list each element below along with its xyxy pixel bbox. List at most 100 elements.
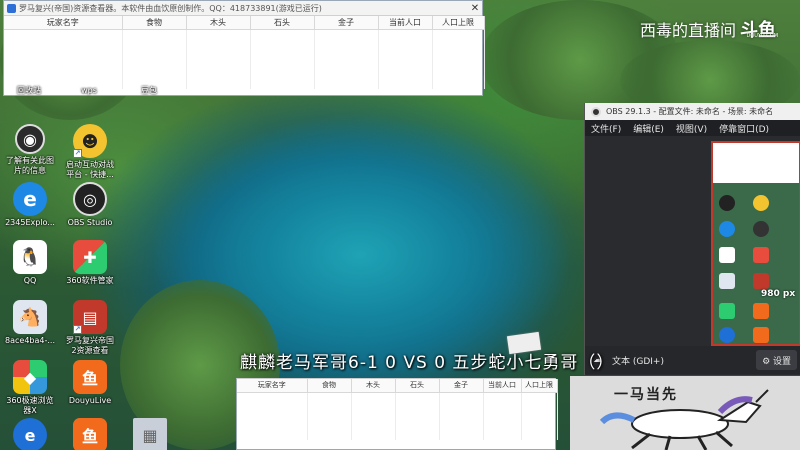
desktop-icon-image-info[interactable]: ◉ 了解有关此图 片的信息 bbox=[1, 124, 59, 176]
preview-smiley-icon bbox=[753, 195, 769, 211]
column-header[interactable]: 食物 bbox=[307, 379, 352, 393]
obs-icon: ◎ bbox=[73, 182, 107, 216]
obs-menubar: 文件(F) 编辑(E) 视图(V) 停靠窗口(D) bbox=[585, 120, 800, 136]
table-row bbox=[237, 404, 558, 416]
icon-glyph: 鱼 bbox=[81, 427, 98, 446]
column-header[interactable]: 金子 bbox=[314, 16, 379, 30]
desktop-icon-label: 8ace4ba4-... bbox=[5, 336, 55, 345]
obs-window: OBS 29.1.3 - 配置文件: 未命名 - 场景: 未命名 文件(F) 编… bbox=[584, 103, 800, 375]
preview-browser-icon bbox=[719, 221, 735, 237]
settings-button[interactable]: ⚙ 设置 bbox=[756, 350, 797, 370]
desktop-icon-label: 回收站 bbox=[17, 86, 41, 95]
score-overlay-text: 麒麟老马军哥6-1 0 VS 0 五步蛇小七勇哥（） bbox=[240, 353, 615, 373]
menu-docks[interactable]: 停靠窗口(D) bbox=[719, 122, 769, 135]
smiley-icon: ☻ ↗ bbox=[73, 124, 107, 158]
icon-glyph: ☻ bbox=[81, 131, 99, 151]
preview-360-browser-icon bbox=[719, 303, 735, 319]
table-row bbox=[4, 29, 485, 41]
obs-source-bar: ☁ 文本 (GDI+) ⚙ 设置 bbox=[585, 346, 800, 374]
shortcut-arrow-icon: ↗ bbox=[73, 325, 82, 334]
table-row bbox=[4, 65, 485, 77]
desktop-icon-label: 360极速浏览 器X bbox=[6, 396, 54, 415]
desktop-icon-label: 360软件管家 bbox=[66, 276, 114, 285]
preview-douyu-icon bbox=[753, 303, 769, 319]
column-header[interactable]: 食物 bbox=[122, 16, 187, 30]
preview-edge-icon bbox=[719, 327, 735, 343]
column-header[interactable]: 人口上限 bbox=[521, 379, 558, 393]
preview-douyu-icon bbox=[753, 327, 769, 343]
app-icon bbox=[7, 3, 16, 13]
desktop-icon-2345-explorer[interactable]: e 2345Explo... bbox=[1, 182, 59, 228]
obs-preview[interactable]: 980 px bbox=[711, 141, 800, 346]
obs-titlebar: OBS 29.1.3 - 配置文件: 未命名 - 场景: 未命名 bbox=[585, 103, 800, 120]
desktop-icon-douyu[interactable]: 鱼 bbox=[61, 418, 119, 450]
preview-size-label: 980 px bbox=[761, 289, 796, 299]
column-header[interactable]: 玩家名字 bbox=[237, 379, 308, 393]
icon-glyph: e bbox=[23, 187, 37, 211]
desktop-icon-360-software[interactable]: ✚ 360软件管家 bbox=[61, 240, 119, 286]
icon-glyph: e bbox=[24, 425, 36, 445]
desktop-icon-douyulive[interactable]: 鱼 DouyuLive bbox=[61, 360, 119, 406]
desktop-icon-obs-studio[interactable]: ◎ OBS Studio bbox=[61, 182, 119, 228]
window-title: 罗马复兴(帝国)资源查看器。本软件由血饮原创制作。QQ：418733891(游戏… bbox=[19, 3, 322, 13]
icon-glyph: ◎ bbox=[83, 189, 97, 209]
resource-viewer-icon: ▤ ↗ bbox=[73, 300, 107, 334]
column-header[interactable]: 金子 bbox=[439, 379, 484, 393]
desktop-icon-label: OBS Studio bbox=[67, 218, 113, 227]
360-browser-icon: ◆ bbox=[13, 360, 47, 394]
desktop-icon-8ace4ba4[interactable]: 🐴 8ace4ba4-... bbox=[1, 300, 59, 346]
unicorn-icon bbox=[599, 389, 769, 450]
obs-window-title: OBS 29.1.3 - 配置文件: 未命名 - 场景: 未命名 bbox=[606, 107, 774, 116]
douyu-fish-icon: 鱼 bbox=[73, 418, 107, 450]
desktop-icon-qq[interactable]: 🐧 QQ bbox=[1, 240, 59, 286]
icon-glyph: ◉ bbox=[23, 129, 37, 149]
desktop-icon-document[interactable]: ▦ bbox=[121, 418, 179, 450]
preview-resource-icon bbox=[753, 273, 769, 289]
menu-view[interactable]: 视图(V) bbox=[676, 122, 707, 135]
desktop-icon-label: 启动互动对战 平台 - 快捷... bbox=[66, 160, 114, 179]
icon-glyph: 鱼 bbox=[81, 369, 98, 388]
column-header[interactable]: 木头 bbox=[351, 379, 396, 393]
resource-viewer-window: 罗马复兴(帝国)资源查看器。本软件由血饮原创制作。QQ：418733891(游戏… bbox=[3, 0, 485, 96]
table-row bbox=[237, 392, 558, 404]
desktop-icon-label: wps bbox=[81, 86, 97, 95]
unicorn-sticker: 一马当先 bbox=[570, 376, 800, 450]
column-header[interactable]: 人口上限 bbox=[432, 16, 485, 30]
desktop-icon-resource-viewer[interactable]: ▤ ↗ 罗马复兴帝国 2资源查看 bbox=[61, 300, 119, 356]
table-row bbox=[4, 41, 485, 53]
desktop-icon-360-browser[interactable]: ◆ 360极速浏览 器X bbox=[1, 360, 59, 416]
obs-logo-icon bbox=[591, 106, 601, 117]
desktop-icon-battle-platform[interactable]: ☻ ↗ 启动互动对战 平台 - 快捷... bbox=[61, 124, 119, 180]
resource-table: 玩家名字 食物 木头 石头 金子 当前人口 人口上限 bbox=[4, 16, 485, 89]
column-header[interactable]: 石头 bbox=[395, 379, 440, 393]
horse-image-icon: 🐴 bbox=[13, 300, 47, 334]
desktop-icon-wps[interactable]: wps bbox=[60, 84, 118, 96]
desktop-icon-recycle-bin[interactable]: 回收站 bbox=[0, 84, 58, 96]
close-icon[interactable]: ✕ bbox=[468, 3, 482, 14]
menu-file[interactable]: 文件(F) bbox=[591, 122, 621, 135]
column-header[interactable]: 木头 bbox=[186, 16, 251, 30]
preview-obs-icon bbox=[753, 221, 769, 237]
desktop-icon-label: 了解有关此图 片的信息 bbox=[6, 156, 54, 175]
douyu-fish-icon: 鱼 bbox=[73, 360, 107, 394]
menu-edit[interactable]: 编辑(E) bbox=[633, 122, 664, 135]
column-header[interactable]: 当前人口 bbox=[483, 379, 522, 393]
browser-e-icon: e bbox=[13, 182, 47, 216]
stream-watermark: 西毒的直播间 斗鱼 DOUYU.COM bbox=[640, 16, 778, 42]
column-header[interactable]: 石头 bbox=[250, 16, 315, 30]
desktop-icon-label: QQ bbox=[23, 276, 37, 285]
camera-icon: ◉ bbox=[15, 124, 45, 154]
preview-resource-window bbox=[713, 143, 799, 183]
column-header[interactable]: 玩家名字 bbox=[4, 16, 123, 30]
desktop-icon-doubao[interactable]: 豆包 bbox=[120, 84, 178, 96]
preview-360-icon bbox=[753, 247, 769, 263]
icon-glyph: ▦ bbox=[142, 425, 158, 445]
document-icon: ▦ bbox=[133, 418, 167, 450]
shortcut-arrow-icon: ↗ bbox=[73, 149, 82, 158]
desktop-icon-label: 2345Explo... bbox=[5, 218, 55, 227]
source-label[interactable]: 文本 (GDI+) bbox=[612, 354, 664, 367]
column-header[interactable]: 当前人口 bbox=[378, 16, 433, 30]
preview-qq-icon bbox=[719, 247, 735, 263]
desktop-icon-edge[interactable]: e bbox=[1, 418, 59, 450]
table-row bbox=[237, 428, 558, 440]
